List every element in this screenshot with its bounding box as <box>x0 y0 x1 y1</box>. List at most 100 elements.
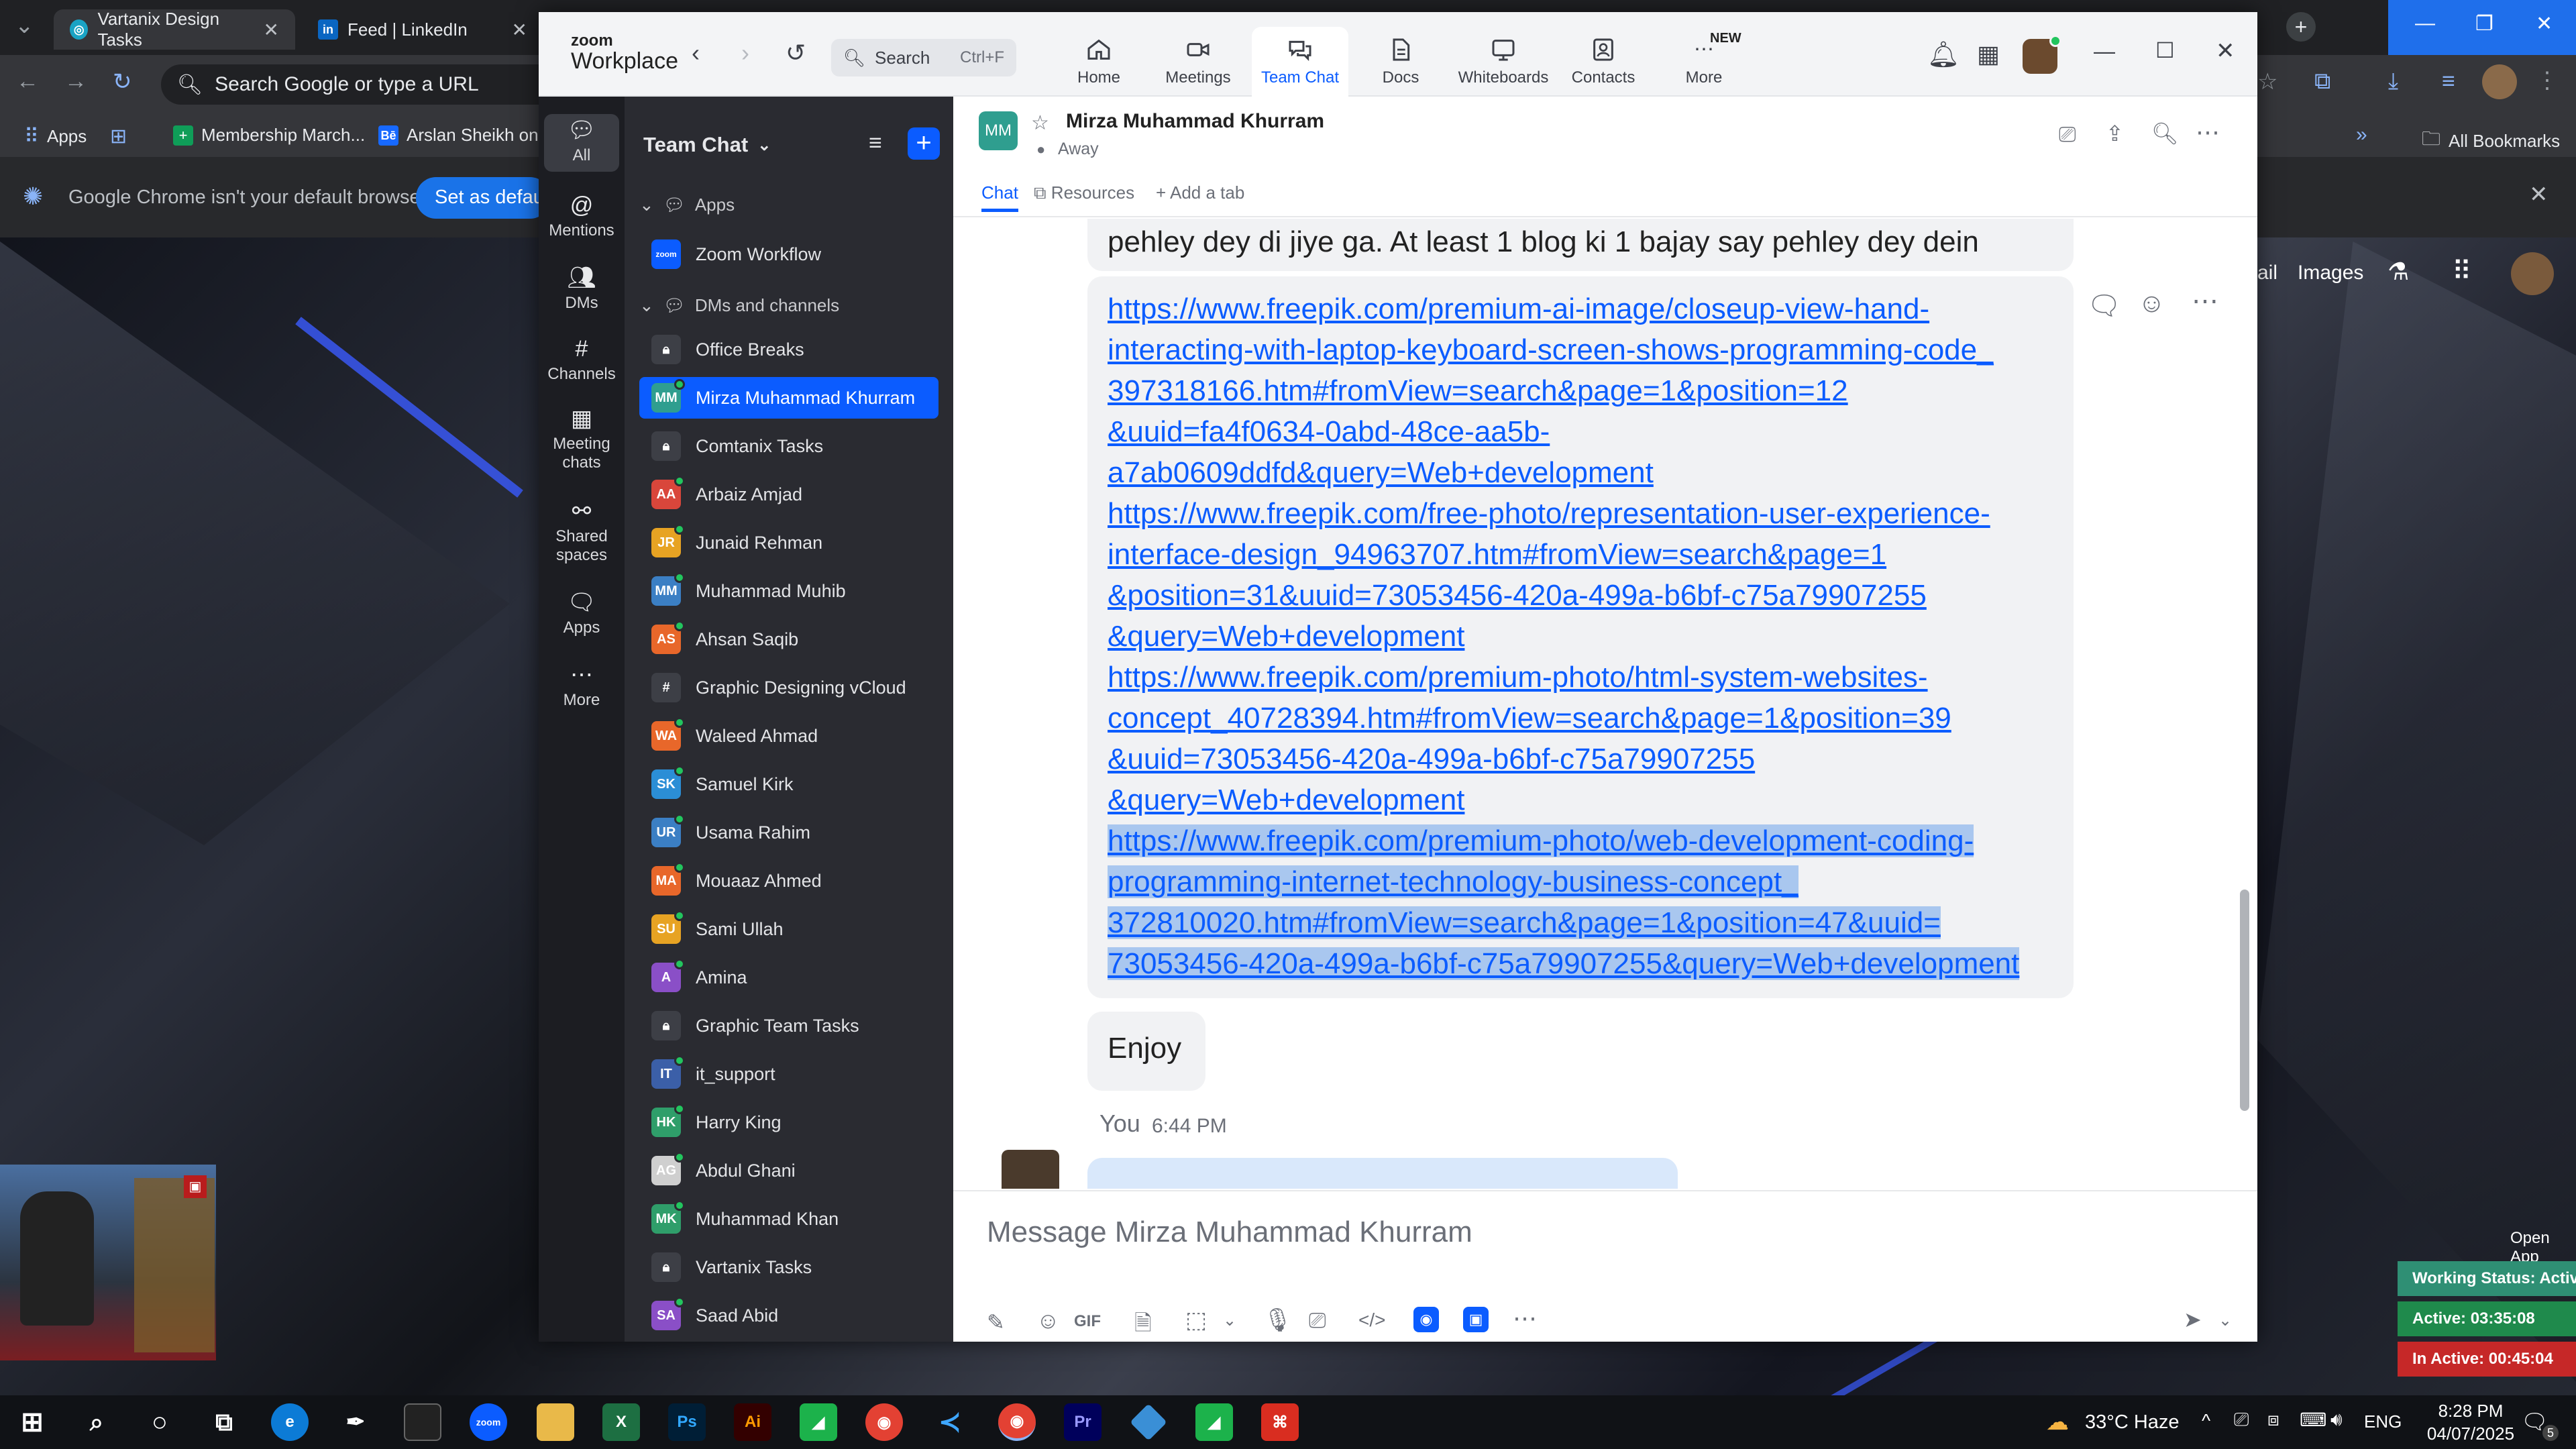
gmail-link[interactable]: ail <box>2257 262 2277 284</box>
chevron-up-icon[interactable]: ^ <box>2202 1410 2210 1432</box>
message-link[interactable]: interacting-with-laptop-keyboard-screen-… <box>1108 333 1994 366</box>
acrobat-icon[interactable]: ⌘ <box>1261 1403 1299 1441</box>
message-link[interactable]: 73053456-420a-499a-b6bf-c75a79907255&que… <box>1108 947 2020 980</box>
message-link[interactable]: &query=Web+development <box>1108 784 1464 816</box>
list-item[interactable]: 🔒︎ Vartanix Tasks <box>639 1246 938 1288</box>
premiere-icon[interactable]: Pr <box>1064 1403 1102 1441</box>
list-item[interactable]: AS Ahsan Saqib <box>639 619 938 660</box>
browser-tab-linkedin[interactable]: in Feed | LinkedIn ✕ <box>302 9 543 50</box>
labs-flask-icon[interactable]: ⚗ <box>2387 258 2409 286</box>
illustrator-icon[interactable]: Ai <box>734 1403 771 1441</box>
message-link[interactable]: programming-internet-technology-business… <box>1108 865 1799 898</box>
windows-start-icon[interactable]: ⊞ <box>13 1403 51 1441</box>
tab-home[interactable]: Home <box>1055 27 1142 97</box>
code-snippet-icon[interactable]: </> <box>1358 1309 1385 1331</box>
list-item[interactable]: # Graphic Designing vCloud <box>639 667 938 708</box>
close-icon[interactable]: ✕ <box>2529 181 2548 208</box>
zoom-taskbar-icon[interactable]: zoom <box>470 1403 507 1441</box>
bookmark-membership[interactable]: + Membership March... <box>173 125 365 146</box>
extensions-icon[interactable]: ⧉ <box>2314 68 2330 95</box>
forward-icon[interactable]: › <box>741 39 749 67</box>
reply-thread-icon[interactable]: 🗨︎ <box>2087 290 2121 321</box>
language-indicator[interactable]: ENG <box>2364 1411 2402 1432</box>
list-item[interactable]: 🔒︎ Office Breaks <box>639 329 938 370</box>
tray-app-icon[interactable]: ⧈ <box>2267 1409 2279 1431</box>
message-link[interactable]: 397318166.htm#fromView=search&page=1&pos… <box>1108 374 1848 407</box>
rail-meeting-chats[interactable]: ▦ Meeting chats <box>544 407 619 472</box>
app-diamond-icon[interactable] <box>1130 1403 1167 1441</box>
download-icon[interactable]: ⤓ <box>2388 68 2398 95</box>
tab-search-icon[interactable]: ⌄ <box>15 12 34 39</box>
clock-date[interactable]: 04/07/2025 <box>2422 1424 2520 1444</box>
rail-all[interactable]: 💬︎ All <box>544 114 619 172</box>
microphone-icon[interactable]: 🎙︎ <box>1263 1307 1292 1334</box>
list-item[interactable]: IT it_support <box>639 1053 938 1095</box>
zoom-search[interactable]: 🔍︎ Search Ctrl+F <box>831 39 1016 76</box>
close-icon[interactable]: ✕ <box>512 19 527 41</box>
back-icon[interactable]: ‹ <box>692 39 700 67</box>
message-scroll-area[interactable]: pehley dey di jiye ga. At least 1 blog k… <box>953 219 2257 1189</box>
video-camera-icon[interactable]: ⎚ <box>2059 122 2076 148</box>
excel-icon[interactable]: X <box>602 1403 640 1441</box>
message-link[interactable]: https://www.freepik.com/premium-photo/ht… <box>1108 661 1928 694</box>
tab-chat[interactable]: Chat <box>981 182 1018 212</box>
profile-avatar[interactable] <box>2482 64 2517 99</box>
set-default-button[interactable]: Set as default <box>416 177 550 219</box>
terminal-icon[interactable] <box>404 1403 441 1441</box>
list-item[interactable]: 🔒︎ Graphic Team Tasks <box>639 1005 938 1046</box>
restore-icon[interactable]: ❐ <box>2475 12 2493 36</box>
tab-whiteboards[interactable]: Whiteboards <box>1456 27 1550 97</box>
message-link[interactable]: &query=Web+development <box>1108 620 1464 653</box>
tab-groups-icon[interactable]: ⊞ <box>110 125 127 148</box>
scrollbar[interactable] <box>2239 219 2251 1189</box>
list-item[interactable]: SK Samuel Kirk <box>639 763 938 805</box>
rail-more[interactable]: ⋯ More <box>544 663 619 710</box>
list-item[interactable]: WA Waleed Ahmad <box>639 715 938 757</box>
message-link[interactable]: &position=31&uuid=73053456-420a-499a-b6b… <box>1108 579 1927 612</box>
bookmark-arslan[interactable]: Bē Arslan Sheikh on B <box>378 125 555 146</box>
message-link[interactable]: &uuid=73053456-420a-499a-b6bf-c75a799072… <box>1108 743 1755 775</box>
bell-icon[interactable]: 🔔︎ <box>1927 40 1960 70</box>
tab-more[interactable]: ⋯ More NEW <box>1660 27 1748 97</box>
message-link[interactable]: https://www.freepik.com/premium-photo/we… <box>1108 824 1974 857</box>
video-message-icon[interactable]: ⎚ <box>1309 1308 1326 1334</box>
section-dms[interactable]: ⌄ 💬︎ DMs and channels <box>639 295 839 316</box>
back-icon[interactable]: ← <box>16 68 39 95</box>
volume-icon[interactable]: 🔊︎ <box>2330 1409 2343 1431</box>
list-item[interactable]: A Amina <box>639 957 938 998</box>
images-link[interactable]: Images <box>2298 262 2363 284</box>
scrollbar-thumb[interactable] <box>2240 890 2249 1111</box>
tab-docs[interactable]: Docs <box>1357 27 1444 97</box>
menu-kebab-icon[interactable]: ⋮ <box>2536 67 2559 94</box>
section-apps[interactable]: ⌄ 💬︎ Apps <box>639 195 735 215</box>
list-item[interactable]: SU Sami Ullah <box>639 908 938 950</box>
filter-icon[interactable]: ≡ <box>869 130 882 156</box>
emoji-icon[interactable]: ☺ <box>1036 1308 1060 1334</box>
list-item[interactable]: MK Muhammad Khan <box>639 1198 938 1240</box>
tab-meetings[interactable]: Meetings <box>1155 27 1242 97</box>
maximize-icon[interactable]: ☐ <box>2155 38 2175 63</box>
more-dots-icon[interactable]: ⋯ <box>2192 286 2218 317</box>
list-item[interactable]: MM Mirza Muhammad Khurram <box>639 377 938 419</box>
minimize-icon[interactable]: — <box>2094 39 2115 64</box>
media-icon[interactable]: ≡ <box>2442 68 2455 95</box>
message-link[interactable]: https://www.freepik.com/free-photo/repre… <box>1108 497 1990 530</box>
screenshot-icon[interactable]: ⬚ <box>1185 1307 1207 1334</box>
chevron-down-icon[interactable]: ⌄ <box>1223 1311 1236 1330</box>
list-item[interactable]: AG Abdul Ghani <box>639 1150 938 1191</box>
task-view-icon[interactable]: ⧉ <box>205 1403 243 1441</box>
attach-file-icon[interactable]: 🗎 <box>1134 1308 1152 1344</box>
send-icon[interactable]: ➤ <box>2184 1307 2202 1332</box>
browser-tab-vartanix[interactable]: ◎ Vartanix Design Tasks ✕ <box>54 9 295 50</box>
rail-mentions[interactable]: @ Mentions <box>544 194 619 240</box>
message-link[interactable]: 372810020.htm#fromView=search&page=1&pos… <box>1108 906 1941 939</box>
bookmark-star-icon[interactable]: ☆ <box>2257 68 2277 95</box>
calendar-icon[interactable]: ▦ <box>1977 40 2000 68</box>
rail-shared-spaces[interactable]: ⚯ Shared spaces <box>544 500 619 565</box>
tray-camera-icon[interactable]: ⎚ <box>2234 1409 2249 1431</box>
rail-dms[interactable]: 👥︎ DMs <box>544 266 619 313</box>
gif-button[interactable]: GIF <box>1074 1312 1101 1331</box>
list-item[interactable]: UR Usama Rahim <box>639 812 938 853</box>
message-input[interactable]: Message Mirza Muhammad Khurram <box>987 1216 1472 1249</box>
contact-avatar[interactable]: MM <box>979 111 1018 150</box>
